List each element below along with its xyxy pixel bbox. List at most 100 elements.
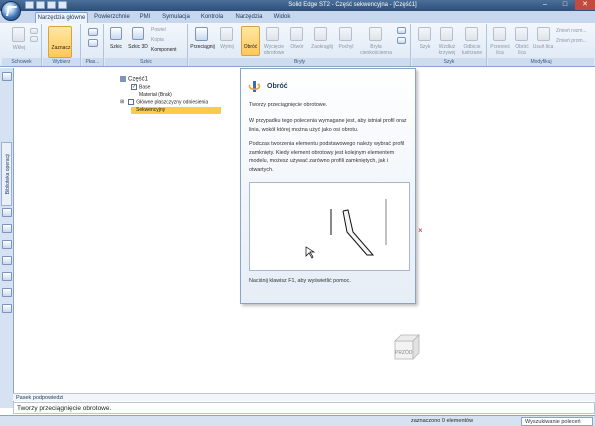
thin-wall-button[interactable]: Bryła cienkościenna <box>359 44 393 56</box>
tab-powierzchnie[interactable]: Powierzchnie <box>92 12 132 23</box>
red-cross-icon: × <box>418 226 423 235</box>
tab-pmi[interactable]: PMI <box>136 12 154 23</box>
maximize-button[interactable]: □ <box>555 0 575 10</box>
view-cube[interactable] <box>391 331 423 363</box>
minimize-button[interactable]: – <box>535 0 555 10</box>
tab-symulacja[interactable]: Symulacja <box>160 12 192 23</box>
group-modyfikuj: Przenieś lica Obróć lica Usuń lica Zmień… <box>488 24 594 66</box>
delete-faces-icon[interactable] <box>537 27 550 41</box>
group-label-modyfikuj: Modyfikuj <box>488 58 594 66</box>
group-label-plas: Płas... <box>82 58 103 66</box>
command-search-input[interactable]: Wyszukiwanie poleceń <box>521 417 593 426</box>
feature-library-tab[interactable]: Biblioteka operacji <box>1 142 12 206</box>
tree-item-planes-label: Główne płaszczyzny odniesienia <box>136 99 209 106</box>
left-toolbar: Biblioteka operacji <box>0 68 14 408</box>
dropdown-icon[interactable] <box>58 1 67 9</box>
revolve-icon[interactable] <box>241 26 260 56</box>
tool-3-icon[interactable] <box>2 240 12 249</box>
along-curve-button[interactable]: Wzdłuż krzywej <box>434 44 460 56</box>
tool-1-icon[interactable] <box>2 208 12 217</box>
along-curve-icon[interactable] <box>440 27 453 41</box>
plane-icon[interactable] <box>88 28 98 36</box>
tab-widok[interactable]: Widok <box>271 12 293 23</box>
tree-item-material[interactable]: Materiał (Brak) <box>139 92 172 99</box>
extrude-icon[interactable] <box>195 27 208 41</box>
application-button[interactable] <box>1 1 21 21</box>
revolved-cut-button[interactable]: Wycięcie obrotowe <box>261 44 287 56</box>
mirror-button[interactable]: Odbicie lustrzane <box>458 44 486 56</box>
round-button[interactable]: Zaokrąglij <box>307 44 337 50</box>
group-label-wybierz: Wybierz <box>43 58 80 66</box>
tree-item-base-label: Base <box>139 84 151 91</box>
tool-5-icon[interactable] <box>2 272 12 281</box>
tool-7-icon[interactable] <box>2 304 12 313</box>
paste-icon[interactable] <box>12 27 25 42</box>
undo-icon[interactable] <box>36 1 45 9</box>
revolve-button[interactable]: Obróć <box>239 44 262 50</box>
cut-icon[interactable] <box>30 28 38 34</box>
plane-axis-icon[interactable] <box>88 39 98 47</box>
tree-item-sequential[interactable]: Sekwencyjny <box>131 107 221 114</box>
copy-button[interactable]: Kopia <box>151 37 187 43</box>
ribbon-tabs: Narzędzia główne Powierzchnie PMI Symula… <box>0 11 595 23</box>
window-title: Solid Edge ST2 - Część sekwencyjna - [Cz… <box>288 2 417 8</box>
tree-item-base[interactable]: ✓ Base <box>131 84 150 91</box>
mirror-icon[interactable] <box>465 27 478 41</box>
group-label-szyk: Szyk <box>412 58 486 66</box>
draft-button[interactable]: Pochyl <box>335 44 357 50</box>
group-label-szkic: Szkic <box>105 58 187 66</box>
checkbox-base[interactable]: ✓ <box>131 84 137 90</box>
move-faces-icon[interactable] <box>493 27 506 41</box>
paste-button[interactable]: Wklej <box>4 45 34 51</box>
move-faces-button[interactable]: Przenieś lica <box>488 44 512 56</box>
duplicate-button[interactable]: Powiel <box>151 27 187 33</box>
group-bryly: Przeciągnij Wytnij Obróć Wycięcie obroto… <box>189 24 411 66</box>
sketch-3d-icon[interactable] <box>132 27 144 40</box>
resize-radius-button[interactable]: Zmień prom... <box>556 38 594 44</box>
rotate-faces-button[interactable]: Obróć lica <box>511 44 533 56</box>
tab-narzedzia[interactable]: Narzędzia <box>232 12 266 23</box>
more-features-icon[interactable] <box>397 27 406 34</box>
pattern-button[interactable]: Szyk <box>414 44 436 50</box>
copy-icon[interactable] <box>30 36 38 42</box>
select-button[interactable]: Zaznacz <box>46 45 76 51</box>
redo-icon[interactable] <box>47 1 56 9</box>
status-bar: zaznaczono 0 elementów Wyszukiwanie pole… <box>0 415 595 426</box>
feature-library-label: Biblioteka operacji <box>5 153 11 195</box>
revolved-cut-icon[interactable] <box>266 27 279 41</box>
round-icon[interactable] <box>314 27 327 41</box>
draft-icon[interactable] <box>339 27 352 41</box>
tab-narzedzia-glowne[interactable]: Narzędzia główne <box>35 12 88 23</box>
group-label-bryly: Bryły <box>189 58 410 66</box>
resize-hole-button[interactable]: Zmień rozm... <box>556 28 594 34</box>
feature-library-icon[interactable] <box>2 72 12 81</box>
pattern-icon[interactable] <box>418 27 431 41</box>
save-icon[interactable] <box>25 1 34 9</box>
thin-wall-icon[interactable] <box>369 27 382 41</box>
cut-extrude-button[interactable]: Wytnij <box>216 44 238 50</box>
tool-6-icon[interactable] <box>2 288 12 297</box>
sketch-button[interactable]: Szkic <box>105 44 127 50</box>
more-features-2-icon[interactable] <box>397 37 406 44</box>
tab-kontrola[interactable]: Kontrola <box>198 12 226 23</box>
tree-root[interactable]: Część1 <box>120 76 148 83</box>
rotate-faces-icon[interactable] <box>515 27 528 41</box>
sketch-3d-button[interactable]: Szkic 3D <box>127 44 149 50</box>
hole-icon[interactable] <box>290 27 303 41</box>
extrude-button[interactable]: Przeciągnij <box>189 44 216 50</box>
tree-item-planes[interactable]: ⊞ Główne płaszczyzny odniesienia <box>120 99 208 106</box>
select-tool-icon[interactable] <box>48 26 72 58</box>
sketch-icon[interactable] <box>110 27 122 40</box>
close-button[interactable]: ✕ <box>575 0 595 10</box>
command-tooltip: Obróć Tworzy przeciągnięcie obrotowe. W … <box>240 68 416 304</box>
tool-4-icon[interactable] <box>2 256 12 265</box>
tool-2-icon[interactable] <box>2 224 12 233</box>
hole-button[interactable]: Otwór <box>286 44 308 50</box>
delete-faces-button[interactable]: Usuń lica <box>532 44 554 50</box>
cut-extrude-icon[interactable] <box>220 27 233 41</box>
checkbox-planes[interactable] <box>128 99 135 105</box>
tooltip-line-3: Podczas tworzenia elementu podstawowego … <box>249 141 405 173</box>
group-szyk: Szyk Wzdłuż krzywej Odbicie lustrzane Sz… <box>412 24 487 66</box>
expand-icon[interactable]: ⊞ <box>120 99 124 105</box>
component-button[interactable]: Komponent <box>151 47 187 53</box>
